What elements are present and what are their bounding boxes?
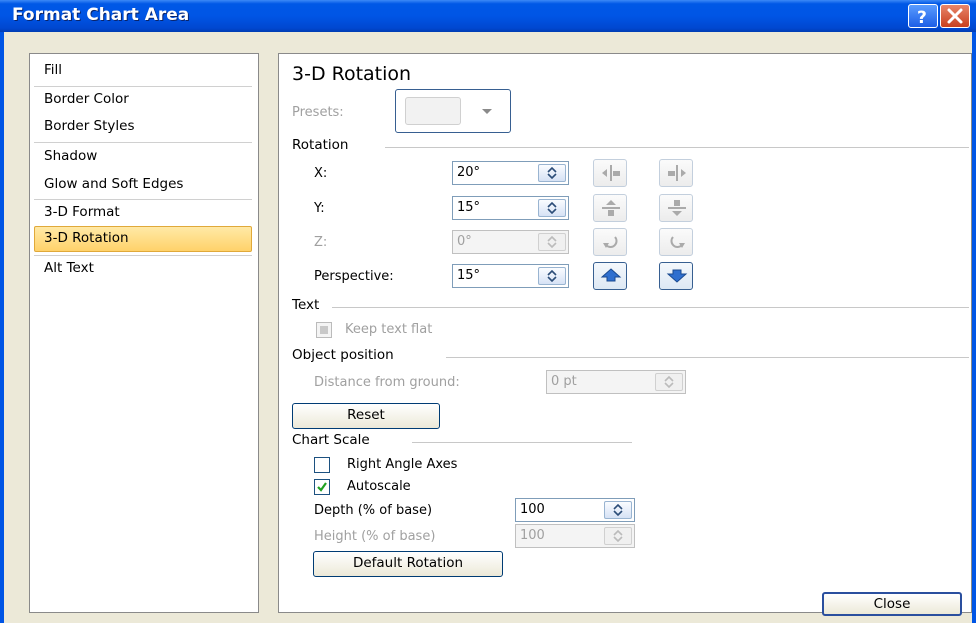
widen-field-of-view-button[interactable] [659,262,693,290]
section-divider [412,442,632,443]
rotation-section-label: Rotation [292,137,349,153]
rotate-clockwise-button[interactable] [659,228,693,256]
nav-item-glow-soft-edges[interactable]: Glow and Soft Edges [44,176,183,192]
help-button[interactable]: ? [908,4,938,28]
rotate-left-button[interactable] [593,159,627,187]
chart-scale-section-label: Chart Scale [292,432,370,448]
nav-item-3d-rotation[interactable]: 3-D Rotation [34,226,252,252]
x-rotation-label: X: [314,166,328,181]
panel-heading: 3-D Rotation [292,63,412,85]
height-value: 100 [520,528,545,543]
rotate-down-icon [668,200,686,216]
spinner-arrows[interactable] [538,233,566,251]
spin-arrows-icon [547,270,557,282]
title-bar: Format Chart Area ? [0,0,976,32]
presets-label: Presets: [292,105,344,120]
rotate-up-icon [602,200,620,216]
perspective-label: Perspective: [314,269,394,284]
spin-arrows-icon [547,167,557,179]
spin-arrows-icon [613,530,623,542]
rotate-down-button[interactable] [659,194,693,222]
spin-arrows-icon [613,504,623,516]
nav-item-alt-text[interactable]: Alt Text [44,260,94,276]
rotate-counterclockwise-button[interactable] [593,228,627,256]
settings-panel: 3-D Rotation Presets: Rotation X: 20° Y:… [278,53,972,613]
rotate-right-icon [668,165,686,181]
rotate-up-button[interactable] [593,194,627,222]
narrow-perspective-icon [600,268,622,282]
rotate-counterclockwise-icon [603,236,618,248]
spinner-arrows[interactable] [604,501,632,519]
keep-text-flat-checkbox[interactable] [316,322,332,338]
presets-dropdown[interactable] [395,89,511,133]
perspective-spinner[interactable]: 15° [452,264,569,288]
y-rotation-spinner[interactable]: 15° [452,196,569,220]
z-rotation-spinner[interactable]: 0° [452,230,569,254]
section-divider [332,307,969,308]
right-angle-axes-checkbox[interactable] [314,457,330,473]
checkmark-icon [317,482,327,492]
spin-arrows-icon [547,236,557,248]
rotate-right-button[interactable] [659,159,693,187]
window-title: Format Chart Area [12,5,190,25]
default-rotation-button[interactable]: Default Rotation [313,551,503,577]
close-window-button[interactable] [940,4,970,28]
distance-from-ground-spinner[interactable]: 0 pt [546,370,686,394]
nav-item-3d-format[interactable]: 3-D Format [44,204,120,220]
nav-item-border-styles[interactable]: Border Styles [44,118,135,134]
x-rotation-value: 20° [457,165,481,180]
spinner-arrows[interactable] [538,267,566,285]
height-spinner[interactable]: 100 [515,524,635,548]
depth-spinner[interactable]: 100 [515,498,635,522]
narrow-field-of-view-button[interactable] [593,262,627,290]
right-angle-axes-label: Right Angle Axes [347,457,458,472]
reset-button[interactable]: Reset [292,403,440,429]
autoscale-label: Autoscale [347,479,411,494]
text-section-label: Text [292,297,320,313]
nav-separator [34,199,252,200]
distance-from-ground-label: Distance from ground: [314,375,460,390]
help-icon: ? [917,8,927,27]
y-rotation-value: 15° [457,200,481,215]
rotate-left-icon [602,165,620,181]
z-rotation-label: Z: [314,235,328,250]
window-frame-left [0,32,4,623]
window-frame-right [972,32,976,623]
section-divider [385,147,969,148]
perspective-value: 15° [457,268,481,283]
close-icon [947,8,963,24]
close-button[interactable]: Close [822,592,962,616]
nav-separator [34,255,252,256]
spin-arrows-icon [664,376,674,388]
depth-value: 100 [520,502,545,517]
chevron-down-icon [482,109,492,114]
nav-item-border-color[interactable]: Border Color [44,91,129,107]
spin-arrows-icon [547,202,557,214]
preset-preview [405,97,461,125]
object-position-section-label: Object position [292,347,394,363]
spinner-arrows[interactable] [655,373,683,391]
section-divider [446,357,969,358]
autoscale-checkbox[interactable] [314,479,330,495]
nav-item-fill[interactable]: Fill [44,62,62,78]
svg-text:?: ? [917,8,927,27]
spinner-arrows[interactable] [538,164,566,182]
nav-separator [34,142,252,143]
widen-perspective-icon [666,269,688,283]
rotate-clockwise-icon [670,236,685,248]
checkbox-indeterminate-fill [320,326,328,334]
depth-label: Depth (% of base) [314,503,433,518]
category-list: Fill Border Color Border Styles Shadow G… [29,53,259,613]
y-rotation-label: Y: [314,201,325,216]
height-label: Height (% of base) [314,529,436,544]
nav-item-shadow[interactable]: Shadow [44,148,97,164]
x-rotation-spinner[interactable]: 20° [452,161,569,185]
nav-separator [34,86,252,87]
spinner-arrows[interactable] [604,527,632,545]
distance-from-ground-value: 0 pt [551,374,577,389]
spinner-arrows[interactable] [538,199,566,217]
keep-text-flat-label: Keep text flat [345,322,433,337]
z-rotation-value: 0° [457,234,472,249]
